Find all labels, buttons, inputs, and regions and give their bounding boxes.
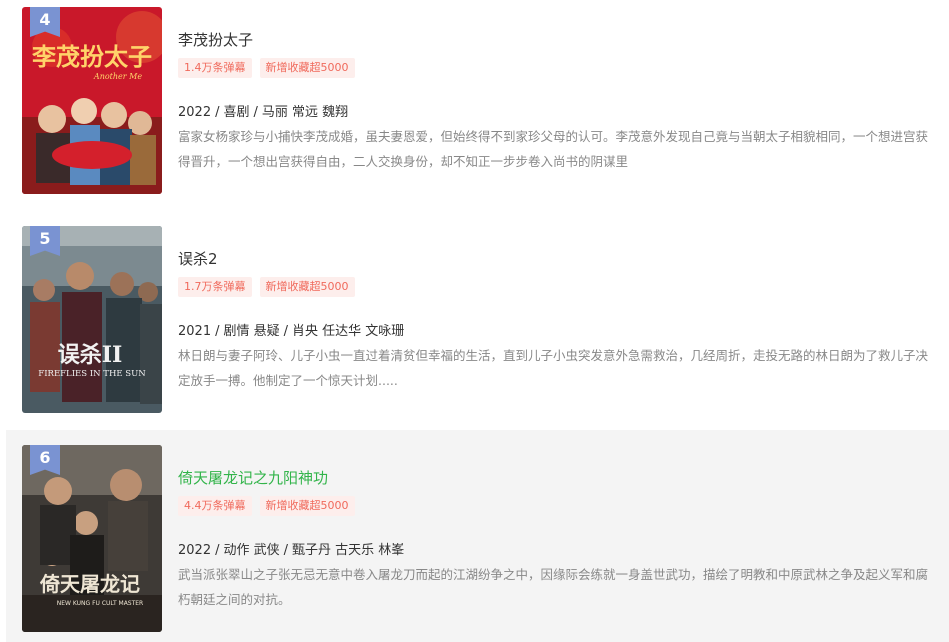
release-year: 2021	[178, 324, 212, 339]
list-item[interactable]: 倚天屠龙记 NEW KUNG FU CULT MASTER 6 倚天屠龙记之九阳…	[6, 430, 949, 642]
poster-image[interactable]: 倚天屠龙记 NEW KUNG FU CULT MASTER 6	[22, 445, 162, 632]
danmaku-count-badge: 1.4万条弹幕	[178, 58, 252, 78]
poster-subtitle-art: NEW KUNG FU CULT MASTER	[57, 600, 143, 607]
poster-image[interactable]: 误杀II FIREFLIES IN THE SUN 5	[22, 226, 162, 413]
poster-subtitle-art: Another Me	[93, 72, 142, 81]
genre-link[interactable]: 剧情 悬疑	[223, 324, 279, 339]
movie-title[interactable]: 李茂扮太子	[178, 29, 253, 50]
separator: /	[215, 105, 220, 120]
movie-meta: 2022/喜剧 / 马丽 常远 魏翔	[178, 101, 348, 120]
separator: /	[215, 543, 220, 558]
danmaku-count-badge: 4.4万条弹幕	[178, 496, 252, 516]
movie-description: 林日朗与妻子阿玲、儿子小虫一直过着清贫但幸福的生活，直到儿子小虫突发意外急需救治…	[178, 348, 929, 388]
cast-link[interactable]: 肖央 任达华 文咏珊	[292, 324, 404, 339]
poster-title-art: 误杀II	[58, 342, 123, 368]
favorite-count-badge: 新增收藏超5000	[259, 58, 355, 78]
poster-art: 误杀II FIREFLIES IN THE SUN	[22, 226, 162, 413]
poster-title-art: 倚天屠龙记	[39, 572, 140, 596]
poster-art: 李茂扮太子 Another Me	[22, 7, 162, 194]
poster-art: 倚天屠龙记 NEW KUNG FU CULT MASTER	[22, 445, 162, 632]
release-year: 2022	[178, 543, 212, 558]
poster-title-art: 李茂扮太子	[32, 42, 152, 71]
separator: /	[253, 105, 258, 120]
tag-group: 4.4万条弹幕 新增收藏超5000	[178, 496, 355, 516]
favorite-count-badge: 新增收藏超5000	[259, 496, 355, 516]
cast-link[interactable]: 甄子丹 古天乐 林峯	[292, 543, 404, 558]
separator: /	[283, 324, 289, 339]
movie-meta: 2021/剧情 悬疑 / 肖央 任达华 文咏珊	[178, 320, 404, 339]
favorite-count-badge: 新增收藏超5000	[259, 277, 355, 297]
cast-link[interactable]: 马丽 常远 魏翔	[262, 105, 348, 120]
poster-image[interactable]: 李茂扮太子 Another Me 4	[22, 7, 162, 194]
danmaku-count-badge: 1.7万条弹幕	[178, 277, 252, 297]
tag-group: 1.4万条弹幕 新增收藏超5000	[178, 58, 355, 78]
movie-meta: 2022/动作 武侠 / 甄子丹 古天乐 林峯	[178, 539, 404, 558]
separator: /	[215, 324, 220, 339]
movie-description: 武当派张翠山之子张无忌无意中卷入屠龙刀而起的江湖纷争之中，因缘际会练就一身盖世武…	[178, 567, 929, 607]
release-year: 2022	[178, 105, 212, 120]
poster-subtitle-art: FIREFLIES IN THE SUN	[38, 369, 146, 379]
list-item[interactable]: 误杀II FIREFLIES IN THE SUN 5 误杀2 1.7万条弹幕 …	[6, 219, 949, 419]
genre-link[interactable]: 喜剧	[223, 105, 249, 120]
movie-description: 富家女杨家珍与小捕快李茂成婚，虽夫妻恩爱，但始终得不到家珍父母的认可。李茂意外发…	[178, 129, 929, 169]
movie-title[interactable]: 倚天屠龙记之九阳神功	[178, 467, 328, 488]
list-item[interactable]: 李茂扮太子 Another Me 4 李茂扮太子 1.4万条弹幕 新增收藏超50…	[6, 0, 949, 200]
tag-group: 1.7万条弹幕 新增收藏超5000	[178, 277, 355, 297]
separator: /	[283, 543, 289, 558]
movie-title[interactable]: 误杀2	[178, 248, 218, 269]
movie-ranking-list: 李茂扮太子 Another Me 4 李茂扮太子 1.4万条弹幕 新增收藏超50…	[0, 0, 949, 642]
genre-link[interactable]: 动作 武侠	[223, 543, 279, 558]
